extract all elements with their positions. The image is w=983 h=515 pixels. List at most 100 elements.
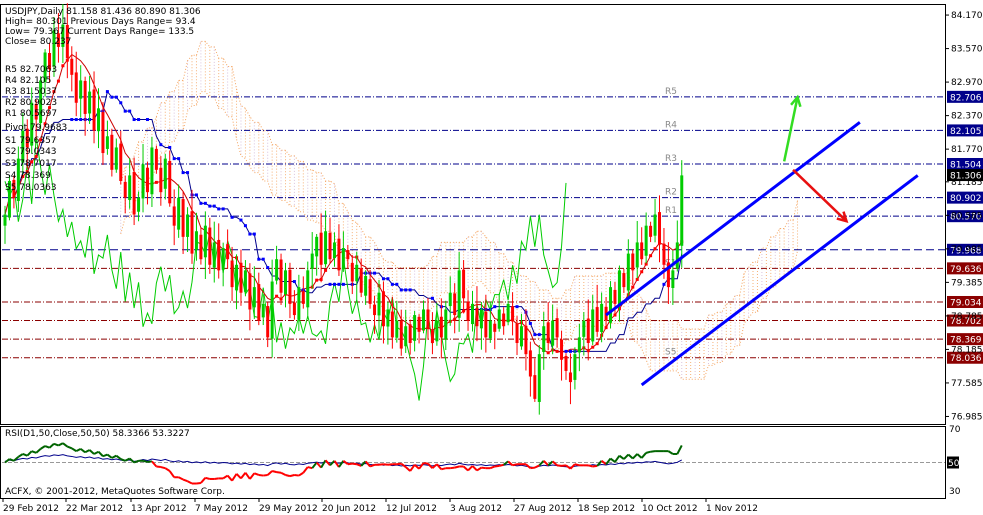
rsi-line-segment bbox=[75, 447, 82, 453]
candle-body bbox=[413, 315, 417, 341]
candle-body bbox=[640, 242, 644, 260]
pivot-label: R5 82.7063 bbox=[5, 65, 57, 75]
candle-body bbox=[194, 231, 198, 250]
candle-body bbox=[404, 326, 408, 347]
candle-body bbox=[537, 354, 541, 402]
candle-body bbox=[150, 147, 154, 195]
pivot-level-label: R2 bbox=[665, 188, 677, 198]
y-tick-label: 76.985 bbox=[951, 412, 983, 422]
sar-dot bbox=[493, 305, 497, 309]
sar-dot bbox=[275, 294, 279, 298]
sar-dot bbox=[292, 280, 296, 284]
sar-dot bbox=[381, 277, 385, 281]
pivot-label: R3 81.5037 bbox=[5, 87, 57, 97]
rsi-line-segment bbox=[650, 450, 656, 453]
candle-body bbox=[533, 375, 537, 399]
sar-dot bbox=[537, 333, 541, 337]
candle-body bbox=[675, 242, 679, 269]
sar-dot bbox=[105, 90, 109, 94]
candle-body bbox=[110, 134, 114, 170]
rsi-line-segment bbox=[592, 464, 598, 468]
rsi-line-segment bbox=[57, 442, 64, 447]
candle-body bbox=[79, 80, 83, 99]
candle-body bbox=[658, 212, 661, 243]
candle-body bbox=[199, 234, 203, 260]
rsi-line-segment bbox=[160, 466, 166, 470]
rsi-line-segment bbox=[333, 460, 340, 468]
sar-dot bbox=[337, 282, 341, 286]
candle-body bbox=[542, 326, 546, 352]
sar-dot bbox=[649, 254, 653, 258]
candle-body bbox=[230, 260, 234, 288]
sar-dot bbox=[595, 342, 599, 346]
rsi-line-segment bbox=[258, 474, 264, 477]
rsi-tick-30: 30 bbox=[949, 487, 961, 497]
candle-body bbox=[172, 206, 176, 226]
sar-dot bbox=[56, 79, 60, 83]
candle-body bbox=[466, 301, 470, 321]
sar-dot bbox=[430, 296, 434, 300]
rsi-line-segment bbox=[285, 474, 291, 478]
rsi-line-segment bbox=[454, 465, 460, 469]
candle-body bbox=[128, 175, 132, 200]
pivot-lines: R582.706R482.105R381.50481.306R280.902R1… bbox=[2, 87, 983, 364]
candle-body bbox=[635, 242, 639, 268]
candle-body bbox=[261, 303, 265, 318]
rsi-line-segment bbox=[462, 465, 469, 472]
candle-body bbox=[493, 323, 497, 332]
price-box-label: 79.034 bbox=[950, 298, 982, 308]
y-tick-label: 81.185 bbox=[951, 178, 983, 188]
rsi-line-segment bbox=[378, 463, 384, 466]
candle-body bbox=[515, 323, 519, 343]
sar-dot bbox=[168, 145, 172, 149]
candle-body bbox=[546, 322, 550, 343]
sar-dot bbox=[248, 232, 252, 236]
x-tick-label: 20 Jun 2012 bbox=[322, 504, 376, 514]
rsi-line-segment bbox=[200, 477, 207, 484]
info-line-2: Low= 79.367 Current Days Range= 133.5 bbox=[5, 27, 194, 37]
symbol-line: USDJPY,Daily 81.158 81.436 80.890 81.306 bbox=[5, 7, 201, 17]
rsi-line-segment bbox=[164, 467, 171, 472]
candle-body bbox=[92, 89, 96, 131]
sar-dot bbox=[110, 95, 114, 99]
sar-dot bbox=[546, 351, 550, 355]
sar-dot bbox=[181, 171, 185, 175]
rsi-line-segment bbox=[441, 467, 447, 471]
rsi-line-segment bbox=[632, 453, 638, 460]
pivot-level-label: R3 bbox=[665, 154, 677, 164]
candle-body bbox=[119, 143, 123, 181]
sar-dot bbox=[208, 204, 212, 208]
rsi-line-segment bbox=[276, 471, 282, 474]
sar-dot bbox=[159, 143, 163, 147]
candle-body bbox=[426, 309, 430, 327]
candle-body bbox=[524, 325, 528, 355]
sar-dot bbox=[203, 201, 207, 205]
rsi-line-segment bbox=[494, 464, 500, 468]
rsi-line-segment bbox=[481, 466, 486, 470]
rsi-line-segment bbox=[387, 463, 393, 466]
y-tick-label: 79.385 bbox=[951, 278, 983, 288]
sar-dot bbox=[515, 305, 519, 309]
sar-dot bbox=[373, 271, 377, 275]
x-tick-label: 22 Mar 2012 bbox=[66, 504, 123, 514]
sar-dot bbox=[186, 171, 190, 175]
rsi-line-segment bbox=[342, 460, 349, 465]
rsi-line-segment bbox=[205, 476, 211, 480]
rsi-line-segment bbox=[80, 448, 86, 454]
y-tick-label: 82.970 bbox=[951, 78, 983, 88]
x-tick-label: 7 May 2012 bbox=[195, 504, 248, 514]
sar-dot bbox=[662, 282, 666, 286]
candle-body bbox=[181, 199, 185, 237]
arrow-shaft-green bbox=[782, 96, 799, 162]
pivot-label: S4 78.369 bbox=[5, 171, 51, 181]
sar-dot bbox=[555, 349, 559, 353]
rsi-line-segment bbox=[574, 463, 580, 467]
candle-body bbox=[288, 269, 292, 304]
rsi-line-segment bbox=[400, 462, 407, 468]
rsi-line-segment bbox=[214, 477, 219, 480]
candle-body bbox=[617, 270, 621, 306]
candle-body bbox=[502, 313, 506, 327]
candle-body bbox=[364, 275, 368, 296]
sar-dot bbox=[137, 118, 141, 122]
pivot-level-label: R5 bbox=[665, 87, 677, 97]
